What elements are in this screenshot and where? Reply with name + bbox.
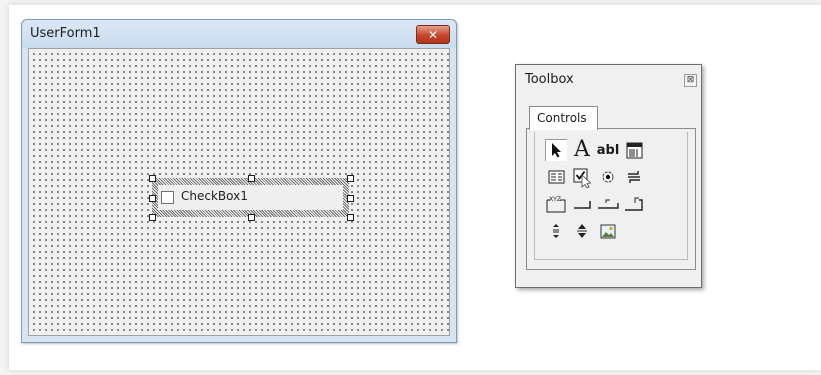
toolbox-window: Toolbox ⊠ Controls A abl XYZ	[515, 64, 702, 288]
spinbutton-icon[interactable]	[571, 220, 593, 242]
resize-handle-top[interactable]	[248, 175, 255, 182]
scrollbar-icon[interactable]	[545, 220, 567, 242]
toolbox-close-button[interactable]: ⊠	[684, 74, 697, 87]
checkbox-control-selection[interactable]: CheckBox1	[149, 175, 354, 221]
frame-icon[interactable]: XYZ	[545, 193, 567, 215]
tab-controls[interactable]: Controls	[529, 106, 598, 130]
checkbox-control[interactable]: CheckBox1	[158, 185, 343, 210]
textbox-glyph: abl	[596, 142, 620, 158]
image-icon[interactable]	[597, 220, 619, 242]
resize-handle-bottom-left[interactable]	[149, 214, 156, 221]
textbox-icon[interactable]: abl	[596, 139, 620, 161]
toolbox-panel: A abl XYZ	[526, 128, 696, 270]
screenshot-canvas: UserForm1 ✕ CheckBox1 Toolbox ⊠ Controls…	[9, 5, 821, 370]
select-objects-icon[interactable]	[545, 139, 567, 161]
resize-handle-top-left[interactable]	[149, 175, 156, 182]
userform-titlebar[interactable]: UserForm1 ✕	[22, 20, 456, 48]
svg-text:XYZ: XYZ	[549, 196, 561, 203]
tab-label: Controls	[537, 111, 587, 125]
resize-handle-bottom-right[interactable]	[347, 214, 354, 221]
close-button[interactable]: ✕	[416, 25, 450, 44]
resize-handle-left[interactable]	[149, 195, 156, 202]
commandbutton-icon[interactable]	[571, 193, 593, 215]
togglebutton-icon[interactable]	[623, 166, 645, 188]
resize-handle-top-right[interactable]	[347, 175, 354, 182]
userform-title: UserForm1	[30, 26, 101, 41]
close-icon: ✕	[427, 27, 439, 42]
userform-design-grid[interactable]: CheckBox1	[28, 48, 450, 336]
userform-window: UserForm1 ✕ CheckBox1	[21, 19, 457, 343]
resize-handle-bottom[interactable]	[248, 214, 255, 221]
optionbutton-icon[interactable]	[597, 166, 619, 188]
checkbox-square[interactable]	[161, 191, 174, 204]
combobox-icon[interactable]	[623, 139, 645, 161]
resize-handle-right[interactable]	[347, 195, 354, 202]
tabstrip-icon[interactable]	[597, 193, 619, 215]
close-icon: ⊠	[686, 75, 695, 85]
label-icon[interactable]: A	[571, 139, 593, 161]
checkbox-icon[interactable]	[571, 166, 593, 188]
listbox-icon[interactable]	[545, 166, 567, 188]
checkbox-label: CheckBox1	[181, 189, 248, 203]
toolbox-title: Toolbox	[525, 72, 574, 87]
label-glyph: A	[574, 137, 590, 162]
multipage-icon[interactable]	[623, 193, 645, 215]
